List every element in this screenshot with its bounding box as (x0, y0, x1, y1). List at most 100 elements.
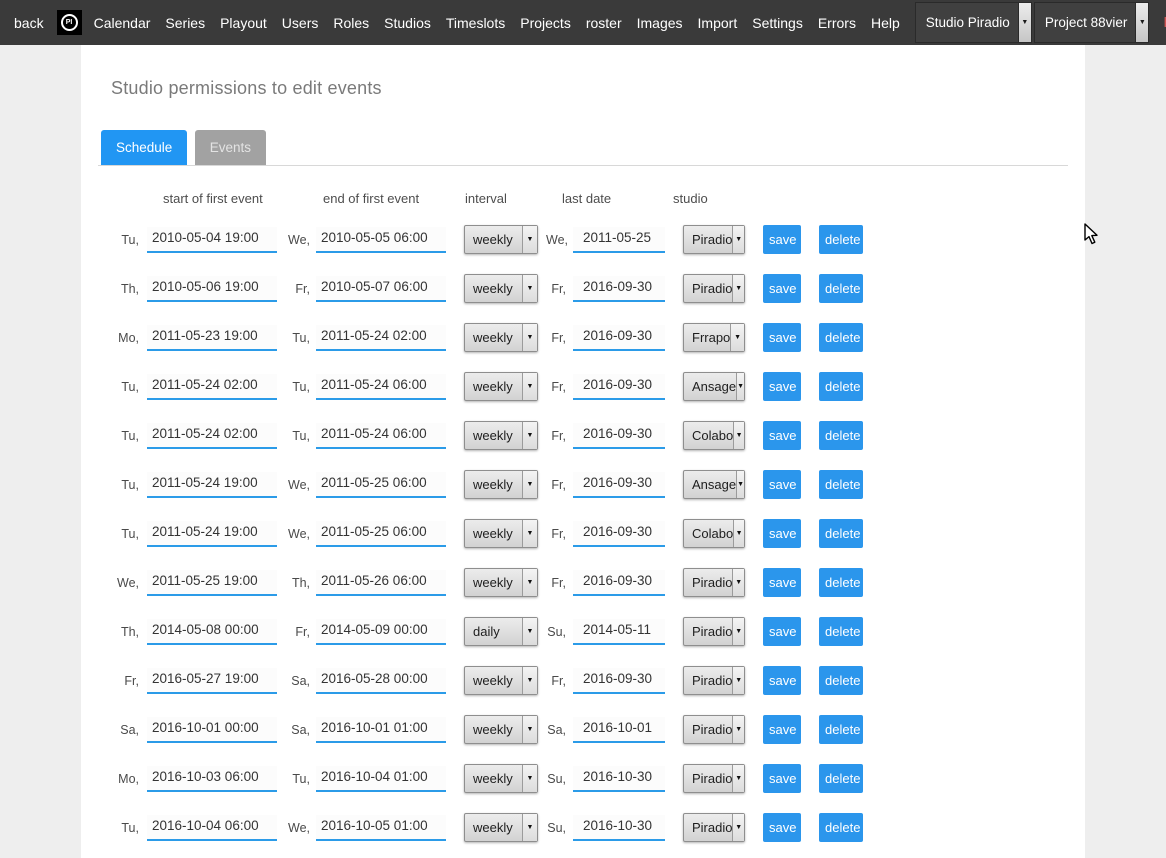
start-datetime-input[interactable] (147, 766, 277, 792)
chevron-down-icon[interactable]: ▼ (522, 324, 537, 351)
last-date-input[interactable] (573, 325, 665, 351)
start-datetime-input[interactable] (147, 227, 277, 253)
delete-button[interactable]: delete (819, 470, 863, 499)
interval-select[interactable]: weekly ▼ (464, 323, 538, 352)
nav-item-errors[interactable]: Errors (818, 15, 856, 31)
delete-button[interactable]: delete (819, 323, 863, 352)
last-date-input[interactable] (573, 570, 665, 596)
studio-row-select[interactable]: Piradio ▼ (683, 617, 745, 646)
save-button[interactable]: save (763, 323, 801, 352)
studio-row-select[interactable]: Colabo ▼ (683, 519, 745, 548)
chevron-down-icon[interactable]: ▼ (522, 471, 537, 498)
studio-row-select[interactable]: Colabo ▼ (683, 421, 745, 450)
start-datetime-input[interactable] (147, 815, 277, 841)
chevron-down-icon[interactable]: ▼ (732, 618, 744, 645)
nav-item-back[interactable]: back (14, 15, 44, 31)
chevron-down-icon[interactable]: ▼ (736, 471, 744, 498)
last-date-input[interactable] (573, 668, 665, 694)
chevron-down-icon[interactable]: ▼ (522, 716, 537, 743)
save-button[interactable]: save (763, 617, 801, 646)
interval-select[interactable]: weekly ▼ (464, 225, 538, 254)
chevron-down-icon[interactable]: ▼ (732, 814, 744, 841)
save-button[interactable]: save (763, 225, 801, 254)
interval-select[interactable]: weekly ▼ (464, 666, 538, 695)
start-datetime-input[interactable] (147, 374, 277, 400)
start-datetime-input[interactable] (147, 570, 277, 596)
chevron-down-icon[interactable]: ▼ (1135, 3, 1148, 42)
studio-row-select[interactable]: Piradio ▼ (683, 715, 745, 744)
interval-select[interactable]: weekly ▼ (464, 274, 538, 303)
start-datetime-input[interactable] (147, 276, 277, 302)
delete-button[interactable]: delete (819, 225, 863, 254)
start-datetime-input[interactable] (147, 521, 277, 547)
save-button[interactable]: save (763, 421, 801, 450)
chevron-down-icon[interactable]: ▼ (736, 373, 744, 400)
nav-item-playout[interactable]: Playout (220, 15, 267, 31)
studio-row-select[interactable]: Piradio ▼ (683, 274, 745, 303)
interval-select[interactable]: weekly ▼ (464, 568, 538, 597)
studio-row-select[interactable]: Piradio ▼ (683, 666, 745, 695)
save-button[interactable]: save (763, 666, 801, 695)
studio-select[interactable]: Studio Piradio ▼ (915, 2, 1032, 43)
save-button[interactable]: save (763, 470, 801, 499)
end-datetime-input[interactable] (316, 325, 446, 351)
nav-item-calendar[interactable]: Calendar (94, 15, 151, 31)
chevron-down-icon[interactable]: ▼ (730, 324, 744, 351)
delete-button[interactable]: delete (819, 813, 863, 842)
chevron-down-icon[interactable]: ▼ (522, 765, 537, 792)
save-button[interactable]: save (763, 274, 801, 303)
end-datetime-input[interactable] (316, 423, 446, 449)
chevron-down-icon[interactable]: ▼ (733, 422, 744, 449)
end-datetime-input[interactable] (316, 717, 446, 743)
start-datetime-input[interactable] (147, 668, 277, 694)
chevron-down-icon[interactable]: ▼ (522, 520, 537, 547)
delete-button[interactable]: delete (819, 274, 863, 303)
chevron-down-icon[interactable]: ▼ (522, 667, 537, 694)
chevron-down-icon[interactable]: ▼ (732, 569, 744, 596)
nav-item-roles[interactable]: Roles (333, 15, 369, 31)
interval-select[interactable]: weekly ▼ (464, 421, 538, 450)
chevron-down-icon[interactable]: ▼ (732, 716, 744, 743)
delete-button[interactable]: delete (819, 519, 863, 548)
chevron-down-icon[interactable]: ▼ (732, 667, 744, 694)
chevron-down-icon[interactable]: ▼ (1018, 3, 1031, 42)
end-datetime-input[interactable] (316, 227, 446, 253)
end-datetime-input[interactable] (316, 766, 446, 792)
chevron-down-icon[interactable]: ▼ (522, 275, 537, 302)
start-datetime-input[interactable] (147, 423, 277, 449)
interval-select[interactable]: weekly ▼ (464, 372, 538, 401)
chevron-down-icon[interactable]: ▼ (522, 814, 537, 841)
delete-button[interactable]: delete (819, 568, 863, 597)
save-button[interactable]: save (763, 568, 801, 597)
nav-item-studios[interactable]: Studios (384, 15, 431, 31)
piradio-logo-icon[interactable]: PI (57, 10, 82, 35)
nav-item-roster[interactable]: roster (586, 15, 622, 31)
start-datetime-input[interactable] (147, 717, 277, 743)
end-datetime-input[interactable] (316, 619, 446, 645)
last-date-input[interactable] (573, 276, 665, 302)
save-button[interactable]: save (763, 813, 801, 842)
chevron-down-icon[interactable]: ▼ (522, 618, 537, 645)
start-datetime-input[interactable] (147, 325, 277, 351)
last-date-input[interactable] (573, 423, 665, 449)
last-date-input[interactable] (573, 374, 665, 400)
end-datetime-input[interactable] (316, 521, 446, 547)
end-datetime-input[interactable] (316, 815, 446, 841)
nav-item-users[interactable]: Users (282, 15, 319, 31)
start-datetime-input[interactable] (147, 472, 277, 498)
studio-row-select[interactable]: Piradio ▼ (683, 225, 745, 254)
last-date-input[interactable] (573, 619, 665, 645)
end-datetime-input[interactable] (316, 374, 446, 400)
interval-select[interactable]: weekly ▼ (464, 813, 538, 842)
nav-item-series[interactable]: Series (165, 15, 205, 31)
chevron-down-icon[interactable]: ▼ (732, 275, 744, 302)
chevron-down-icon[interactable]: ▼ (522, 422, 537, 449)
chevron-down-icon[interactable]: ▼ (733, 520, 744, 547)
chevron-down-icon[interactable]: ▼ (732, 765, 744, 792)
studio-row-select[interactable]: Frrapo ▼ (683, 323, 745, 352)
nav-item-settings[interactable]: Settings (752, 15, 803, 31)
chevron-down-icon[interactable]: ▼ (522, 569, 537, 596)
delete-button[interactable]: delete (819, 421, 863, 450)
last-date-input[interactable] (573, 521, 665, 547)
save-button[interactable]: save (763, 715, 801, 744)
